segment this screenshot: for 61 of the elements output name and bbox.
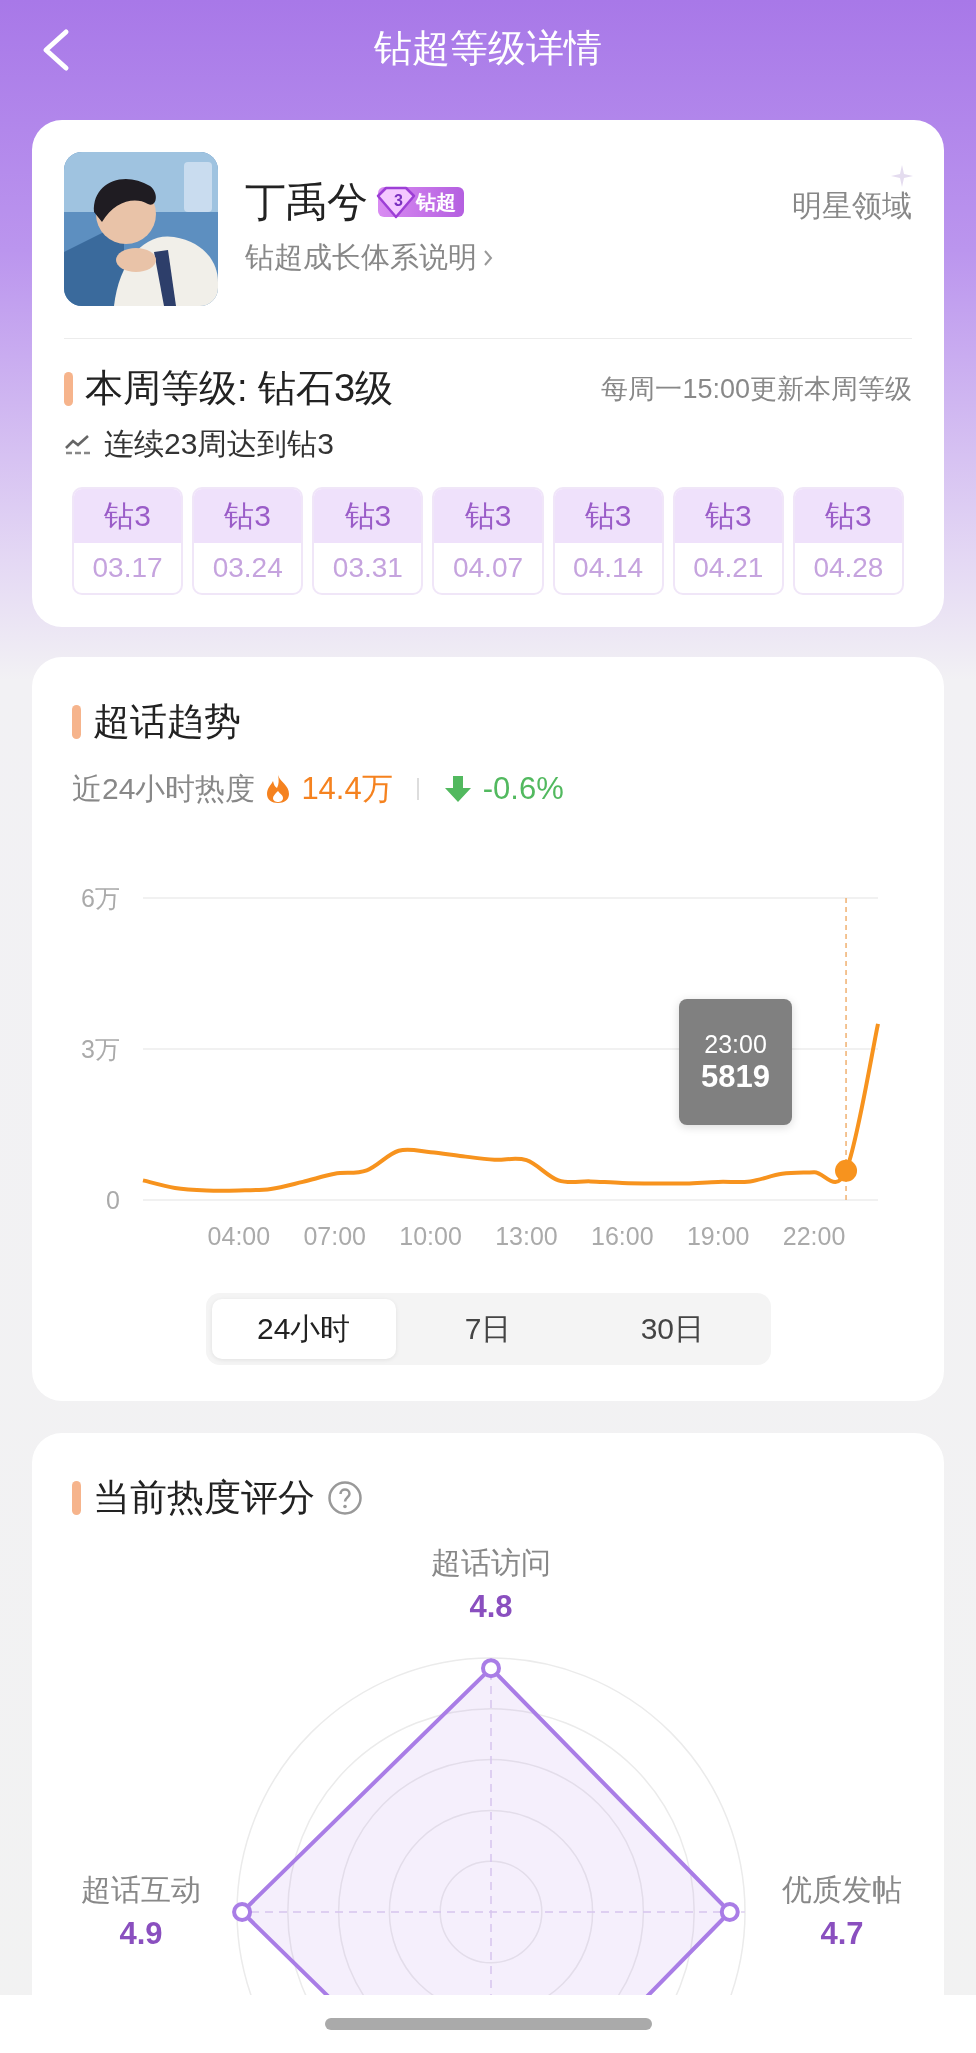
range-tab[interactable]: 30日	[580, 1299, 765, 1359]
axis-name: 优质发帖	[782, 1872, 902, 1908]
axis-label: 13:00	[495, 1222, 558, 1250]
tooltip-time: 23:00	[704, 1029, 767, 1059]
level-text: 钻3	[674, 489, 782, 543]
streak-text: 连续23周达到钻3	[104, 426, 335, 462]
axis-label: 10:00	[399, 1222, 462, 1250]
tooltip-value: 5819	[701, 1058, 770, 1095]
down-arrow-icon	[442, 774, 473, 804]
chevron-icon	[483, 249, 493, 267]
system-info-link[interactable]: 钻超成长体系说明	[245, 238, 493, 278]
change-value: -0.6%	[482, 770, 564, 808]
axis-label: 6万	[81, 884, 120, 912]
user-name: 丁禹兮	[245, 178, 368, 227]
sparkle-icon	[890, 164, 914, 188]
vertex-point	[232, 1902, 253, 1922]
update-note: 每周一15:00更新本周等级	[601, 372, 912, 406]
level-badge: 3 钻超	[378, 187, 464, 217]
axis-name: 超话访问	[431, 1545, 551, 1581]
level-text: 钻3	[74, 489, 182, 543]
range-tab[interactable]: 7日	[395, 1299, 581, 1359]
accent-bar	[64, 371, 73, 406]
axis-label: 19:00	[686, 1222, 750, 1250]
data-point	[835, 1159, 858, 1182]
date-text: 03.17	[91, 551, 164, 585]
date-text: 04.14	[572, 551, 645, 585]
score-value: 4.9	[119, 1915, 163, 1953]
date-text: 04.28	[812, 551, 885, 585]
axis-name: 超话互动	[81, 1872, 201, 1908]
level-text: 钻3	[434, 489, 542, 543]
vertex-point	[481, 1658, 501, 1679]
vertex-point	[719, 1902, 740, 1922]
stat-label: 近24小时热度	[72, 771, 256, 807]
date-text: 04.21	[692, 551, 765, 585]
axis-label: 16:00	[591, 1222, 654, 1250]
accent-bar	[72, 1481, 81, 1515]
fire-icon	[265, 774, 292, 804]
weekly-level: 本周等级: 钻石3级	[85, 366, 394, 411]
accent-bar	[72, 705, 81, 739]
date-text: 04.07	[451, 551, 525, 585]
level-text: 钻3	[794, 489, 902, 543]
help-icon[interactable]	[327, 1480, 363, 1516]
range-tab[interactable]: 24小时	[211, 1299, 396, 1359]
date-text: 03.31	[331, 551, 404, 585]
axis-label: 0	[106, 1186, 120, 1214]
score-value: 4.7	[820, 1915, 864, 1953]
section-title: 当前热度评分	[93, 1476, 315, 1520]
level-text: 钻3	[554, 489, 662, 543]
domain-label: 明星领域	[792, 188, 912, 224]
trend-icon	[64, 433, 92, 456]
page-title: 钻超等级详情	[374, 26, 602, 71]
date-text: 03.24	[211, 551, 284, 585]
axis-label: 22:00	[782, 1222, 846, 1250]
level-text: 钻3	[314, 489, 422, 543]
section-title: 超话趋势	[93, 700, 241, 744]
level-text: 钻3	[194, 489, 302, 543]
axis-label: 3万	[81, 1035, 120, 1063]
score-value: 4.8	[469, 1588, 513, 1626]
axis-label: 04:00	[207, 1222, 271, 1250]
heat-value: 14.4万	[301, 770, 393, 808]
axis-label: 07:00	[303, 1222, 366, 1250]
